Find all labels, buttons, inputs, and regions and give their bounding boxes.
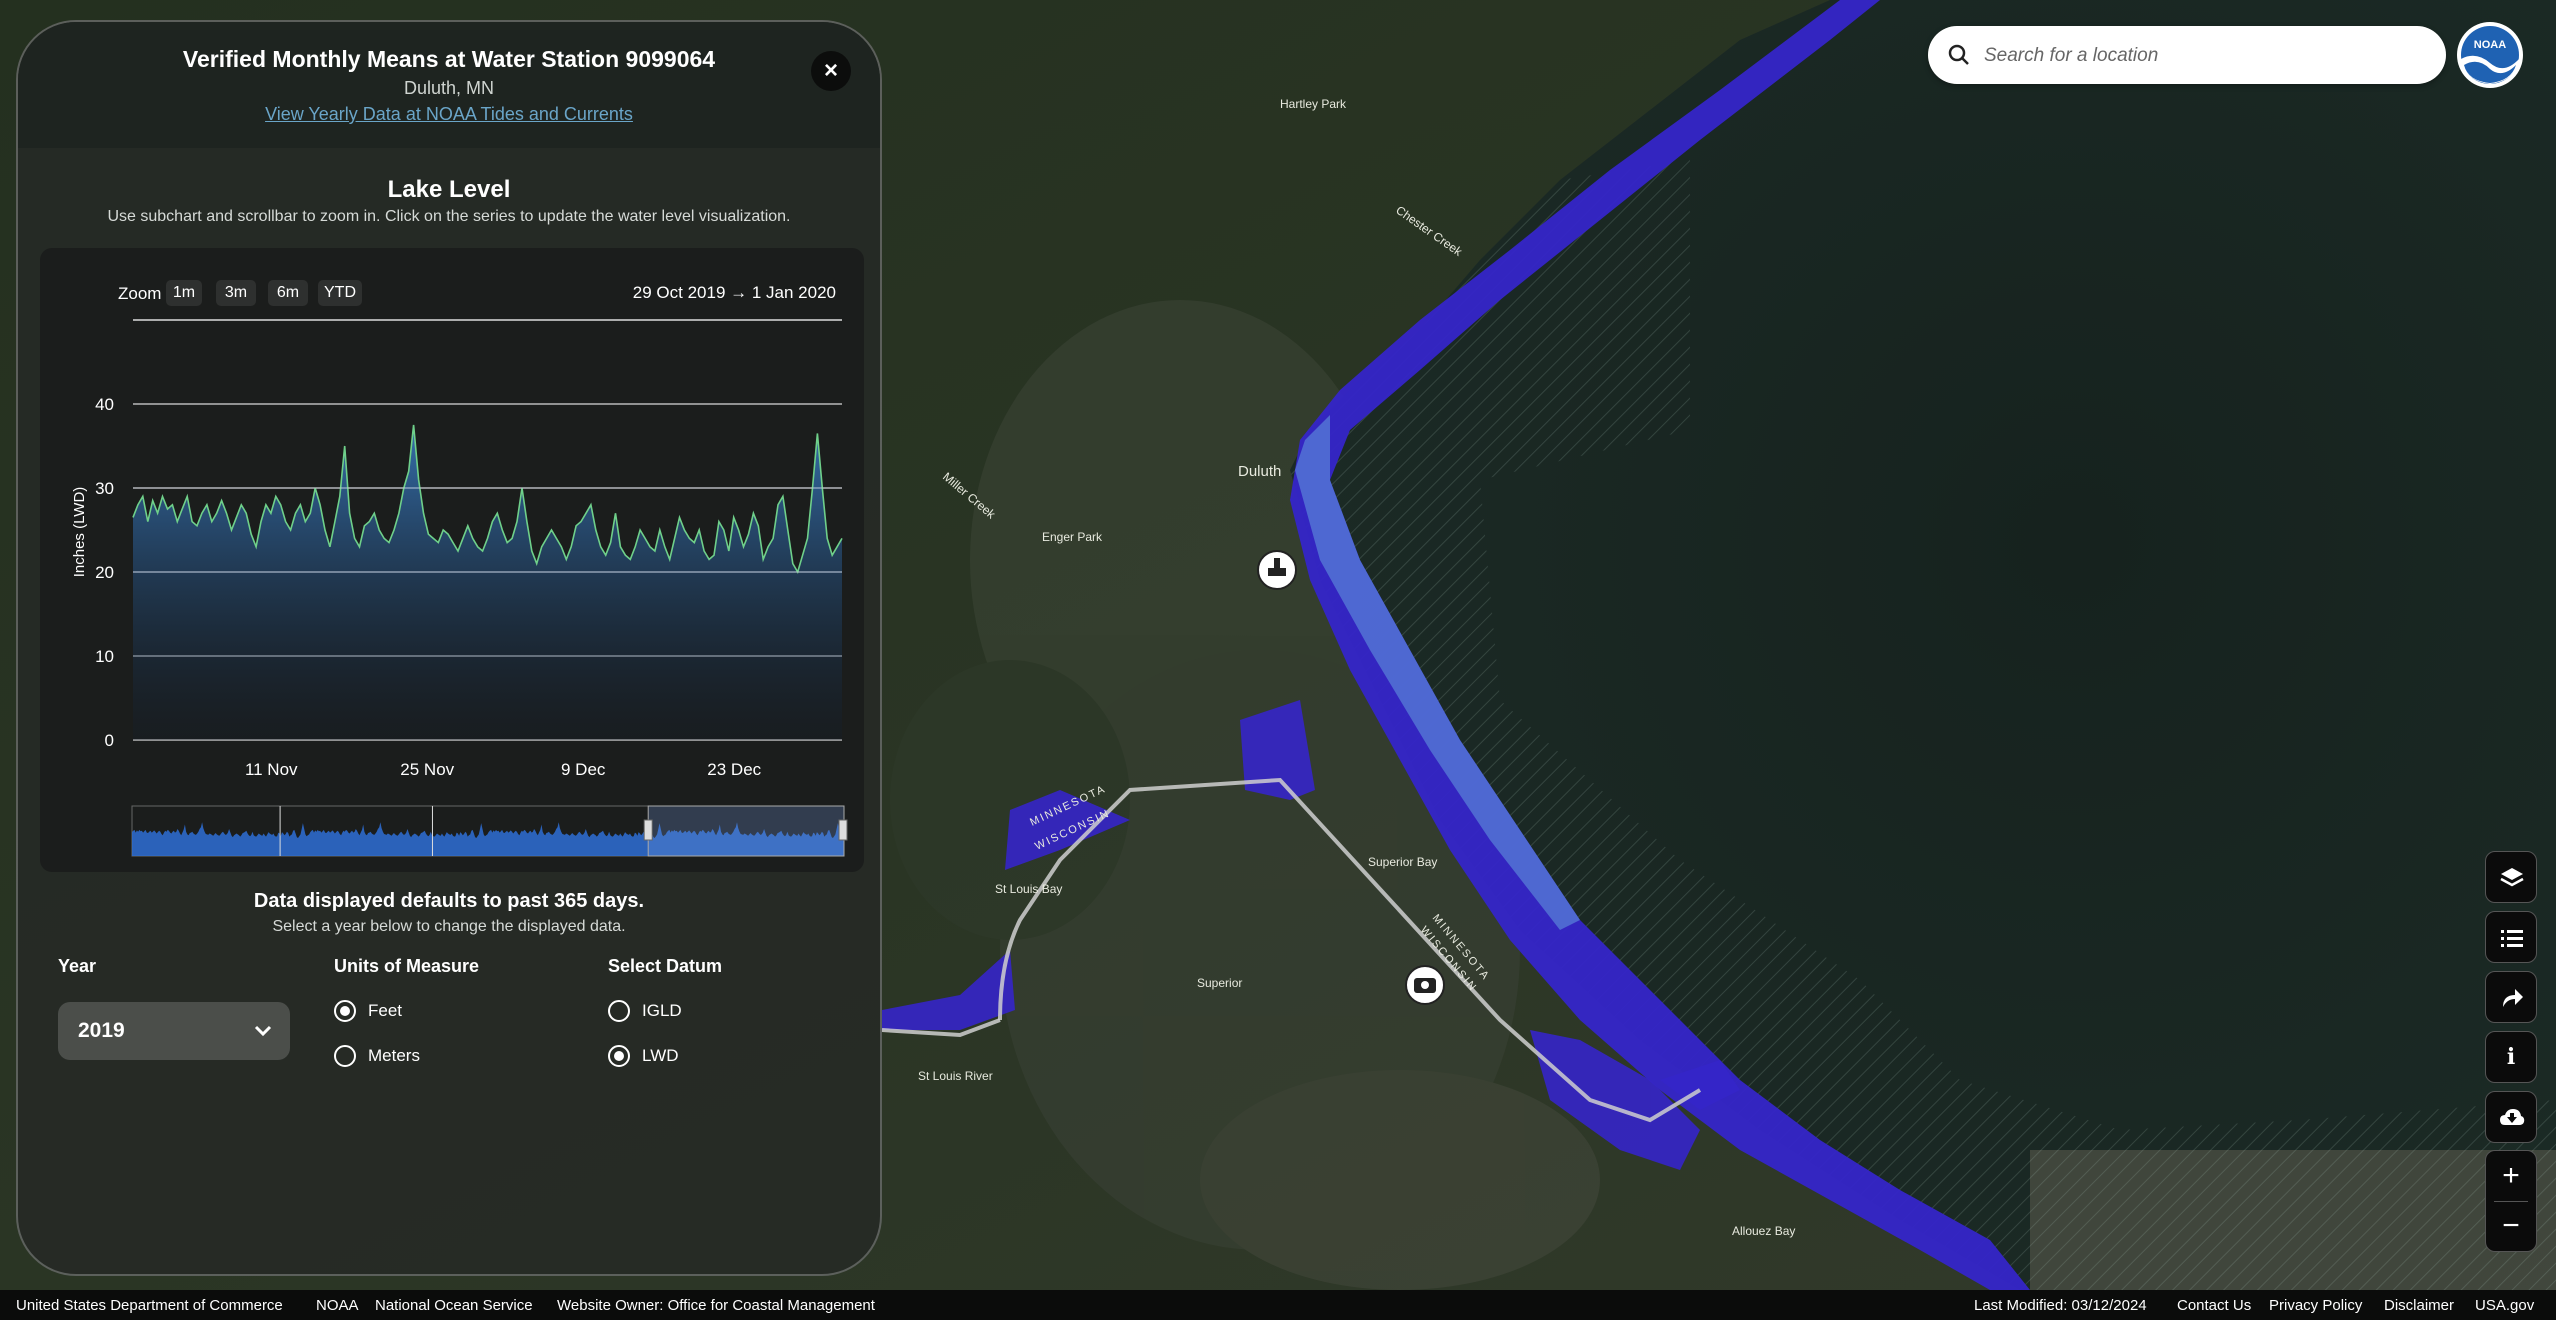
panel-header: Verified Monthly Means at Water Station …: [18, 22, 880, 148]
x-tick-label: 11 Nov: [245, 760, 298, 779]
map-label: Superior: [1197, 976, 1242, 990]
datum-label: Select Datum: [608, 956, 723, 976]
year-value: 2019: [78, 1019, 125, 1042]
station-location: Duluth, MN: [403, 78, 495, 98]
zoom-controls: + −: [2485, 1150, 2537, 1252]
defaults-title: Data displayed defaults to past 365 days…: [253, 890, 645, 912]
datum-igld-radio[interactable]: [608, 1000, 630, 1022]
year-select[interactable]: 2019: [58, 1002, 290, 1060]
noaa-tides-link[interactable]: View Yearly Data at NOAA Tides and Curre…: [18, 104, 880, 125]
chart-title: Lake Level: [387, 176, 511, 203]
units-meters-label: Meters: [368, 1046, 420, 1065]
zoom-in-button[interactable]: +: [2486, 1151, 2536, 1201]
y-tick-label: 40: [95, 395, 114, 414]
x-tick-label: 9 Dec: [561, 760, 606, 779]
x-tick-label: 25 Nov: [400, 760, 454, 779]
units-meters-radio[interactable]: [334, 1045, 356, 1067]
datum-lwd-label: LWD: [642, 1046, 679, 1065]
zoom-out-button[interactable]: −: [2486, 1201, 2536, 1251]
units-feet-label: Feet: [368, 1001, 403, 1020]
units-label: Units of Measure: [334, 956, 480, 976]
datum-lwd-radio[interactable]: [608, 1045, 630, 1067]
location-search: [1928, 26, 2446, 84]
water-level-panel: Verified Monthly Means at Water Station …: [16, 20, 882, 1276]
y-tick-label: 10: [95, 647, 114, 666]
close-icon[interactable]: ×: [811, 51, 851, 91]
layers-button[interactable]: [2485, 851, 2537, 903]
footer-link-website-owner[interactable]: Website Owner: Office for Coastal Manage…: [557, 1297, 875, 1314]
map-label: Duluth: [1238, 463, 1281, 480]
navigator-selection[interactable]: [647, 805, 845, 857]
navigator-handle[interactable]: [838, 819, 848, 841]
map-label: St Louis River: [918, 1069, 993, 1083]
datum-igld-label: IGLD: [642, 1001, 682, 1020]
map-label: Superior Bay: [1368, 855, 1437, 869]
download-button[interactable]: [2485, 1091, 2537, 1143]
search-icon: [1948, 44, 1969, 65]
map-label: Hartley Park: [1280, 97, 1347, 111]
chart-description: Use subchart and scrollbar to zoom in. C…: [107, 208, 791, 225]
defaults-subtitle: Select a year below to change the displa…: [272, 918, 626, 935]
share-button[interactable]: [2485, 971, 2537, 1023]
lake-level-chart: Zoom 1m 3m 6m YTD 29 Oct 2019 → 1 Jan 20…: [40, 248, 864, 872]
station-marker[interactable]: [1257, 550, 1297, 590]
share-icon: [2503, 989, 2523, 1007]
x-tick-label: 23 Dec: [707, 760, 761, 779]
footer-link-disclaimer[interactable]: Disclaimer: [2384, 1297, 2454, 1314]
y-tick-label: 20: [95, 563, 114, 582]
info-button[interactable]: i: [2485, 1031, 2537, 1083]
map-label: Allouez Bay: [1732, 1224, 1795, 1238]
search-input[interactable]: [1982, 40, 2426, 72]
y-tick-label: 0: [105, 731, 114, 750]
cloud-download-icon: [2500, 1109, 2525, 1125]
y-tick-label: 30: [95, 479, 114, 498]
noaa-logo[interactable]: NOAA: [2456, 21, 2524, 89]
footer-link-commerce[interactable]: United States Department of Commerce: [16, 1297, 283, 1314]
footer-link-nos[interactable]: National Ocean Service: [375, 1297, 533, 1314]
chevron-down-icon: [254, 1002, 272, 1060]
y-axis-label: Inches (LWD): [71, 487, 88, 578]
footer-link-contact[interactable]: Contact Us: [2177, 1297, 2251, 1314]
list-icon: [2501, 930, 2523, 947]
units-feet-radio[interactable]: [334, 1000, 356, 1022]
map-label: St Louis Bay: [995, 882, 1062, 896]
chart-plot[interactable]: 0 10 20 30 40 Inches (LWD) 11 Nov 25 Nov 9 Dec 23…: [40, 248, 864, 872]
site-footer: United States Department of Commerce NOA…: [0, 1290, 2556, 1320]
lake-level-area[interactable]: [133, 425, 842, 740]
station-title: Verified Monthly Means at Water Station …: [182, 46, 716, 72]
info-icon: i: [2506, 1044, 2516, 1070]
legend-button[interactable]: [2485, 911, 2537, 963]
footer-link-usagov[interactable]: USA.gov: [2475, 1297, 2534, 1314]
footer-link-noaa[interactable]: NOAA: [316, 1297, 359, 1314]
footer-link-privacy[interactable]: Privacy Policy: [2269, 1297, 2362, 1314]
camera-marker[interactable]: [1405, 965, 1445, 1005]
year-label: Year: [58, 956, 97, 976]
map-label: Enger Park: [1042, 530, 1103, 544]
layers-icon: [2500, 868, 2524, 887]
navigator-handle[interactable]: [643, 819, 653, 841]
footer-last-modified: Last Modified: 03/12/2024: [1974, 1297, 2147, 1314]
noaa-logo-text: NOAA: [2474, 39, 2506, 51]
